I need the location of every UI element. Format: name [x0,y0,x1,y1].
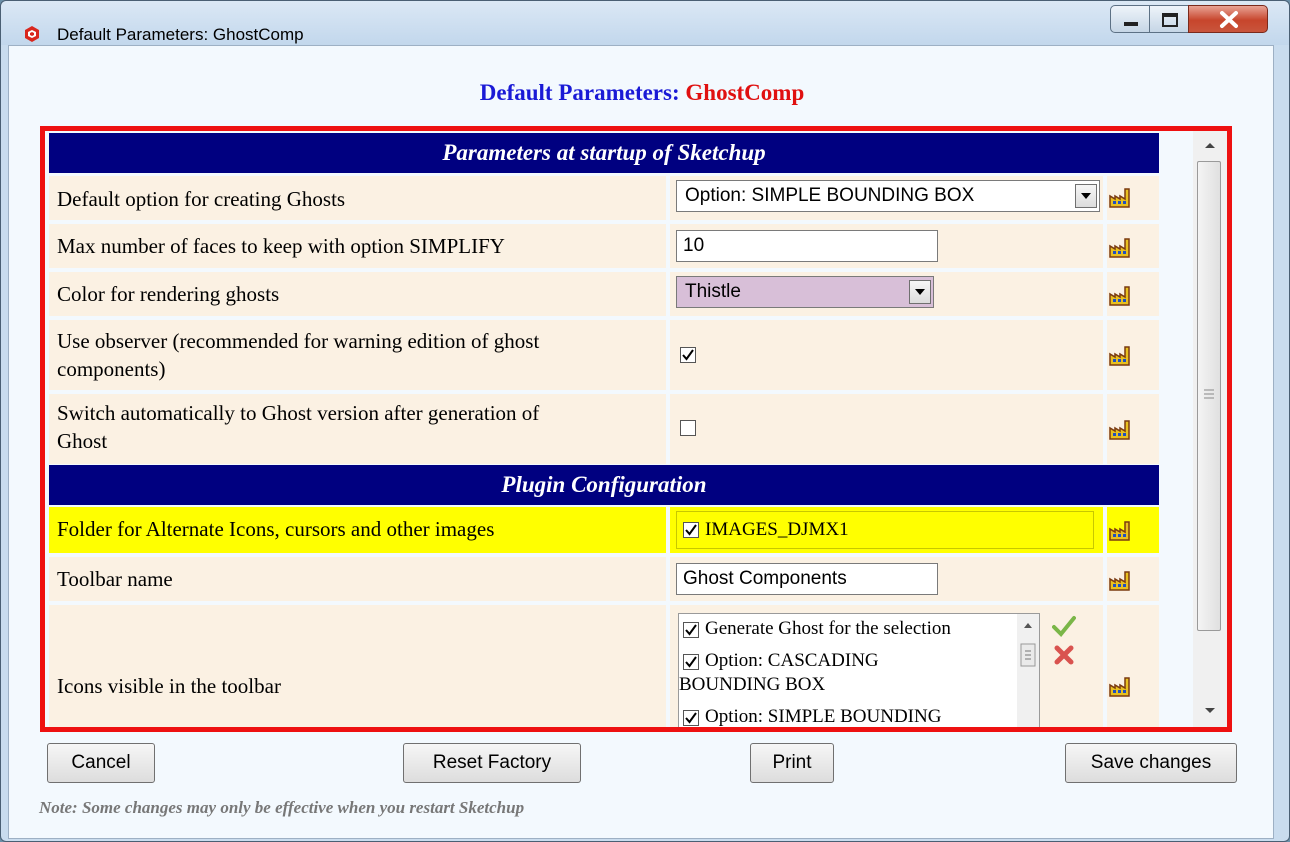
param-label-line1: Use observer (recommended for warning ed… [57,329,540,353]
list-item-checkbox[interactable] [683,653,699,670]
window-title: Default Parameters: GhostComp [57,25,304,44]
scroll-down-icon[interactable] [1203,707,1217,715]
grip-icon [1204,389,1214,399]
observer-checkbox[interactable] [680,347,696,363]
title-prefix: Default Parameters: [479,80,680,105]
list-scrollbar[interactable] [1017,614,1039,727]
param-label-line2: Ghost [57,429,108,453]
scroll-up-icon[interactable] [1203,141,1217,149]
list-item[interactable]: Option: CASCADING [683,650,879,672]
images-folder-value: IMAGES_DJMX1 [705,519,849,540]
title-bar[interactable]: Default Parameters: GhostComp [1,1,1289,45]
param-row-observer: Use observer (recommended for warning ed… [49,320,1159,390]
cancel-button[interactable]: Cancel [47,743,155,783]
checkmark-icon [682,349,694,361]
list-item-checkbox[interactable] [683,709,699,726]
title-plugin-name: GhostComp [685,80,805,105]
default-option-select[interactable]: Option: SIMPLE BOUNDING BOX [676,180,1100,212]
chevron-down-icon[interactable] [1075,184,1097,208]
reset-factory-button[interactable]: Reset Factory [403,743,581,783]
sketchup-app-icon [25,26,39,42]
switch-checkbox[interactable] [680,420,696,436]
list-item[interactable]: Generate Ghost for the selection [683,618,951,640]
param-label: Toolbar name [57,567,173,591]
restart-note: Note: Some changes may only be effective… [39,798,525,817]
param-label: Max number of faces to keep with option … [57,234,505,258]
param-row-toolbar-name: Toolbar name Ghost Components [49,557,1159,601]
param-row-default-option: Default option for creating Ghosts Optio… [49,176,1159,220]
param-label: Folder for Alternate Icons, cursors and … [57,517,495,541]
param-row-icons-visible: Icons visible in the toolbar Generate Gh… [49,605,1159,727]
maximize-icon [1162,13,1178,27]
list-scroll-arrows [1020,623,1036,667]
scrollbar-thumb[interactable] [1197,161,1221,631]
dialog-content: Default Parameters: GhostComp Parameters… [8,45,1274,839]
list-item-checkbox[interactable] [683,621,699,638]
param-label-line1: Switch automatically to Ghost version af… [57,401,540,425]
save-changes-button[interactable]: Save changes [1065,743,1237,783]
factory-reset-icon[interactable] [1109,346,1131,366]
checkmark-icon [685,656,697,668]
checkmark-icon [685,624,697,636]
uncheck-all-icon[interactable] [1054,645,1074,665]
factory-reset-icon[interactable] [1109,286,1131,306]
param-row-max-faces: Max number of faces to keep with option … [49,224,1159,268]
chevron-down-icon[interactable] [909,280,931,304]
panel-scrollbar[interactable] [1193,131,1227,727]
color-select[interactable]: Thistle [676,276,934,308]
checkmark-icon [685,524,697,536]
minimize-button[interactable] [1110,5,1150,33]
close-button[interactable] [1188,5,1268,33]
images-folder-box: IMAGES_DJMX1 [676,511,1094,549]
section-header-plugin: Plugin Configuration [49,465,1159,505]
page-title: Default Parameters: GhostComp [9,80,1275,106]
param-row-color: Color for rendering ghosts Thistle [49,272,1159,316]
toolbar-name-input[interactable]: Ghost Components [676,563,938,595]
parameters-panel: Parameters at startup of Sketchup Defaul… [40,126,1232,732]
param-row-images-folder: Folder for Alternate Icons, cursors and … [49,507,1159,553]
list-item-continuation: BOUNDING BOX [679,674,826,695]
close-icon [1220,11,1238,28]
factory-reset-icon[interactable] [1109,188,1131,208]
param-label: Icons visible in the toolbar [57,674,281,698]
param-label: Color for rendering ghosts [57,282,280,306]
param-label-line2: components) [57,357,166,381]
print-button[interactable]: Print [750,743,834,783]
factory-reset-icon[interactable] [1109,677,1131,697]
factory-reset-icon[interactable] [1109,521,1131,541]
images-folder-checkbox[interactable] [683,522,699,538]
param-label: Default option for creating Ghosts [57,187,346,211]
factory-reset-icon[interactable] [1109,420,1131,440]
minimize-icon [1124,22,1138,26]
section-header-startup: Parameters at startup of Sketchup [49,133,1159,173]
dialog-window: Default Parameters: GhostComp Default Pa… [0,0,1290,842]
factory-reset-icon[interactable] [1109,571,1131,591]
param-row-switch: Switch automatically to Ghost version af… [49,394,1159,464]
checkmark-icon [685,712,697,724]
check-all-icon[interactable] [1052,615,1076,637]
list-item[interactable]: Option: SIMPLE BOUNDING [683,706,941,727]
icons-visible-list[interactable]: Generate Ghost for the selection Option:… [678,613,1040,727]
factory-reset-icon[interactable] [1109,238,1131,258]
max-faces-input[interactable]: 10 [676,230,938,262]
maximize-button[interactable] [1149,5,1189,33]
